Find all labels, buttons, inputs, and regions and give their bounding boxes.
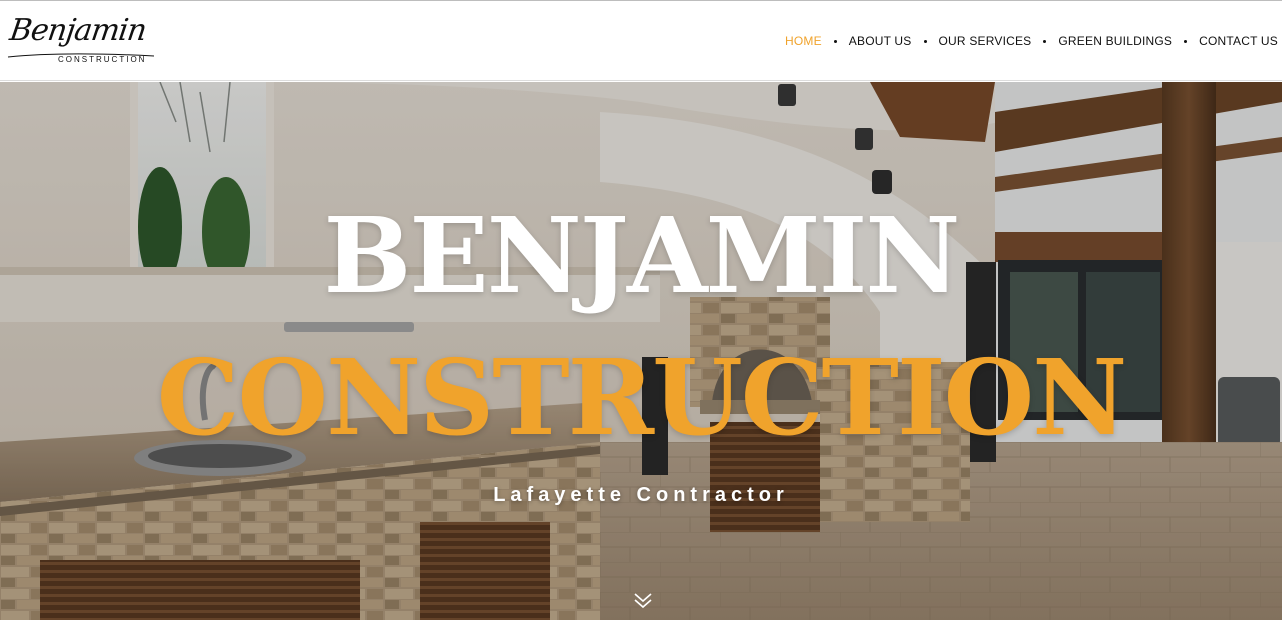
chevron-double-down-icon[interactable]	[632, 590, 654, 610]
nav-our-services[interactable]: OUR SERVICES	[939, 34, 1032, 48]
logo-subtext: CONSTRUCTION	[58, 55, 147, 64]
nav-separator	[1184, 39, 1188, 43]
nav-green-buildings[interactable]: GREEN BUILDINGS	[1058, 34, 1172, 48]
nav-home[interactable]: HOME	[785, 34, 822, 48]
hero-subtitle: CONSTRUCTION	[156, 336, 1128, 459]
hero-banner: BENJAMIN CONSTRUCTION Lafayette Contract…	[0, 82, 1282, 620]
main-nav: HOME ABOUT US OUR SERVICES GREEN BUILDIN…	[785, 1, 1278, 81]
nav-separator	[923, 39, 927, 43]
hero-title: BENJAMIN	[323, 194, 961, 317]
site-logo[interactable]: Benjamin CONSTRUCTION	[6, 11, 158, 69]
nav-about-us[interactable]: ABOUT US	[849, 34, 912, 48]
hero-tagline: Lafayette Contractor	[493, 484, 789, 506]
nav-separator	[833, 39, 837, 43]
site-header: Benjamin CONSTRUCTION HOME ABOUT US OUR …	[0, 1, 1282, 81]
logo-script-text: Benjamin	[7, 13, 149, 48]
nav-contact-us[interactable]: CONTACT US	[1199, 34, 1278, 48]
nav-separator	[1043, 39, 1047, 43]
